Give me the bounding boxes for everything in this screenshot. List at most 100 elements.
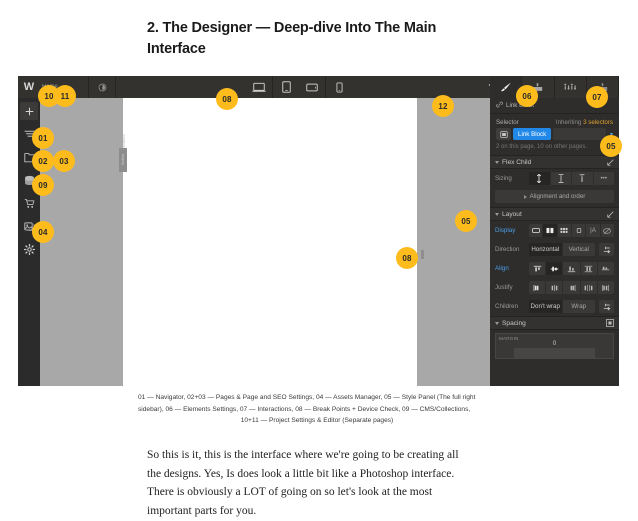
align-center-option[interactable] (546, 262, 564, 275)
section-title: Spacing (502, 319, 526, 327)
align-label: Align (495, 265, 509, 272)
align-end-option[interactable] (563, 262, 581, 275)
display-label: Display (495, 227, 516, 234)
section-header-flex-child[interactable]: Flex Child (490, 155, 619, 169)
children-dont-wrap-option[interactable]: Don't wrap (529, 300, 563, 313)
caption-line-1: 01 — Navigator, 02+03 — Pages & Page and… (138, 394, 476, 401)
justify-start-option[interactable] (529, 281, 547, 294)
display-block-option[interactable] (529, 224, 544, 237)
direction-horizontal-option[interactable]: Horizontal (529, 243, 563, 256)
canvas-element-tag: Section (119, 148, 127, 172)
children-wrap-option[interactable]: Wrap (563, 300, 596, 313)
dont-wrap-label: Don't wrap (530, 303, 560, 310)
callout-badge-08: 08 (216, 88, 238, 110)
margin-top-value[interactable]: 0 (496, 340, 613, 347)
spacing-mode-icon[interactable] (606, 314, 614, 332)
callout-badge-08: 08 (396, 247, 418, 269)
canvas-right-gutter (417, 98, 490, 386)
device-desktop-icon[interactable] (246, 76, 272, 98)
display-grid-option[interactable] (558, 224, 572, 237)
figure-caption: 01 — Navigator, 02+03 — Pages & Page and… (138, 392, 496, 427)
inheriting-count[interactable]: 3 selectors (583, 119, 613, 126)
children-reverse-button[interactable] (599, 300, 614, 313)
section-header-spacing[interactable]: Spacing (490, 316, 619, 330)
direction-row: Direction Horizontal Vertical (490, 240, 619, 259)
preview-eye-icon[interactable] (89, 76, 115, 98)
children-row: Children Don't wrap Wrap (490, 297, 619, 316)
padding-box[interactable] (514, 348, 595, 358)
ecommerce-cart-icon[interactable] (20, 194, 38, 212)
justify-space-around-option[interactable] (598, 281, 614, 294)
selector-header-row: Selector Inheriting 3 selectors (490, 114, 619, 128)
selector-label: Selector (496, 119, 519, 126)
sizing-none-option[interactable]: x (572, 172, 594, 185)
webflow-logo-icon[interactable]: W (18, 76, 40, 98)
callout-badge-02: 02 (32, 150, 54, 172)
inheriting-status: Inheriting 3 selectors (556, 119, 613, 126)
device-tablet-landscape-icon[interactable] (299, 76, 325, 98)
align-baseline-option[interactable] (598, 262, 614, 275)
add-elements-icon[interactable] (20, 102, 38, 120)
alignment-band-label: Alignment and order (529, 193, 586, 200)
justify-options (529, 281, 614, 294)
direction-vertical-option[interactable]: Vertical (563, 243, 596, 256)
align-row: Align (490, 259, 619, 278)
sizing-shrink-option[interactable] (551, 172, 572, 185)
callout-badge-05: 05 (455, 210, 477, 232)
margin-padding-widget[interactable]: MARGIN 0 (495, 333, 614, 359)
display-inline-block-option[interactable] (572, 224, 587, 237)
align-options (529, 262, 614, 275)
wrap-label: Wrap (571, 303, 587, 310)
device-tablet-portrait-icon[interactable] (273, 76, 299, 98)
display-none-option[interactable] (601, 224, 614, 237)
selector-element-icon[interactable] (496, 128, 511, 140)
selector-input[interactable] (553, 128, 606, 140)
tab-interactions[interactable] (555, 76, 587, 98)
chevron-right-icon (523, 194, 527, 199)
callout-badge-11: 11 (54, 85, 76, 107)
webflow-designer-screenshot: W Home (18, 76, 619, 386)
justify-center-option[interactable] (546, 281, 564, 294)
section-reset-icon[interactable] (607, 205, 614, 223)
callout-badge-09: 09 (32, 174, 54, 196)
direction-label: Direction (495, 246, 520, 253)
chevron-down-icon (495, 321, 499, 325)
section-header-layout[interactable]: Layout (490, 207, 619, 221)
divider (115, 76, 116, 98)
align-start-option[interactable] (529, 262, 547, 275)
device-mobile-icon[interactable] (326, 76, 352, 98)
svg-text:x: x (581, 177, 583, 181)
alignment-and-order-band[interactable]: Alignment and order (495, 190, 614, 203)
display-inline-option[interactable]: |A (586, 224, 601, 237)
design-canvas[interactable]: Liberty all specifications Section (40, 98, 490, 386)
callout-badge-04: 04 (32, 221, 54, 243)
flex-sizing-row: Sizing x ••• (490, 169, 619, 188)
display-row: Display |A (490, 221, 619, 240)
justify-end-option[interactable] (563, 281, 581, 294)
caption-line-2: sidebar), 06 — Elements Settings, 07 — I… (138, 405, 471, 413)
display-options: |A (529, 224, 614, 237)
callout-badge-07: 07 (586, 86, 608, 108)
callout-badge-05: 05 (600, 135, 622, 157)
section-title: Layout (502, 210, 522, 218)
sizing-more-option[interactable]: ••• (594, 172, 615, 185)
chevron-down-icon (495, 160, 499, 164)
children-label: Children (495, 303, 519, 310)
project-settings-gear-icon[interactable] (20, 240, 38, 258)
selector-chip[interactable]: Link Block (513, 128, 552, 140)
page-title: 2. The Designer — Deep-dive Into The Mai… (147, 20, 437, 58)
sizing-grow-option[interactable] (529, 172, 551, 185)
justify-space-between-option[interactable] (581, 281, 598, 294)
align-stretch-option[interactable] (581, 262, 598, 275)
children-wrap-options: Don't wrap Wrap (529, 300, 595, 313)
display-flex-option[interactable] (543, 224, 558, 237)
callout-badge-01: 01 (32, 127, 54, 149)
breakpoint-switcher (246, 76, 352, 98)
style-panel: Link Block Selector Inheriting 3 selecto… (490, 76, 619, 386)
sizing-options: x ••• (529, 172, 614, 185)
direction-reverse-button[interactable] (599, 243, 614, 256)
inheriting-prefix: Inheriting (555, 119, 584, 126)
chevron-down-icon (495, 212, 499, 216)
canvas-resize-handle[interactable] (421, 250, 424, 259)
callout-badge-03: 03 (53, 150, 75, 172)
